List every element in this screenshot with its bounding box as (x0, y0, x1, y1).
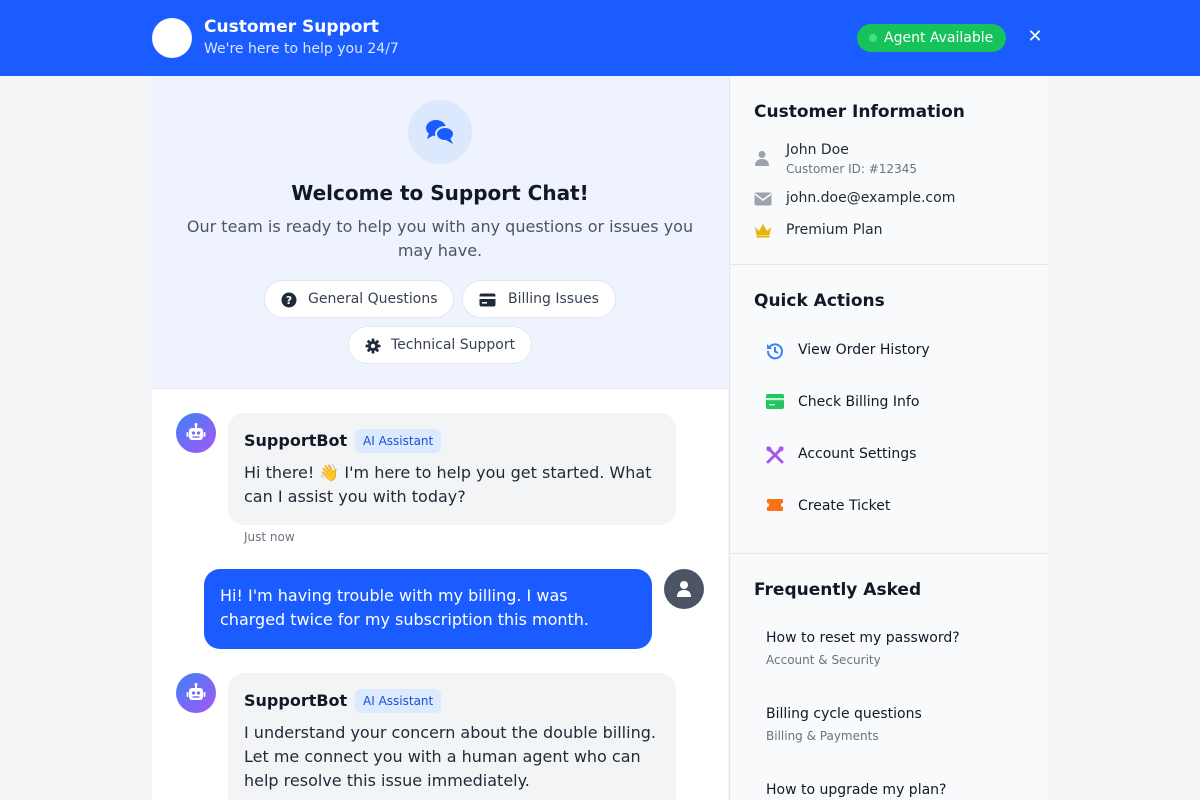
message-text: I understand your concern about the doub… (244, 723, 656, 790)
action-account-settings[interactable]: Account Settings (754, 433, 1026, 477)
action-create-ticket[interactable]: Create Ticket (754, 485, 1026, 529)
topic-label: Technical Support (391, 337, 516, 353)
crown-icon (755, 224, 771, 238)
status-dot-icon (869, 34, 877, 42)
user-icon (677, 581, 691, 597)
customer-info-title: Customer Information (754, 102, 965, 122)
welcome-text: Our team is ready to help you with any q… (186, 217, 694, 260)
bot-message-bubble: SupportBot AI Assistant I understand you… (228, 673, 676, 800)
customer-plan-row: Premium Plan (754, 222, 1034, 242)
customer-email: john.doe@example.com (786, 190, 956, 206)
customer-name-row: John Doe Customer ID: #12345 (754, 142, 1034, 178)
faq-question: Billing cycle questions (766, 706, 922, 722)
close-button[interactable]: ✕ (1024, 26, 1046, 48)
customer-email-row: john.doe@example.com (754, 190, 1034, 210)
agent-status-badge: Agent Available (857, 24, 1006, 52)
user-message-bubble: Hi! I'm having trouble with my billing. … (204, 569, 652, 649)
chat-bubbles-icon (408, 100, 472, 164)
user-icon (755, 151, 769, 166)
message-sender: SupportBot (244, 691, 348, 710)
faq-title: Frequently Asked (754, 580, 922, 600)
faq-item[interactable]: How to reset my password? Account & Secu… (754, 620, 1026, 676)
action-label: Create Ticket (798, 498, 891, 514)
chat-panel: Welcome to Support Chat! Our team is rea… (152, 76, 728, 800)
action-check-billing-info[interactable]: Check Billing Info (754, 381, 1026, 425)
header-bar: Customer Support We're here to help you … (0, 0, 1200, 76)
welcome-section: Welcome to Support Chat! Our team is rea… (152, 76, 728, 389)
welcome-title: Welcome to Support Chat! (291, 181, 589, 205)
message-timestamp: Just now (244, 530, 295, 544)
credit-card-icon (479, 293, 496, 307)
history-icon (766, 343, 783, 360)
customer-plan: Premium Plan (786, 222, 883, 238)
faq-category: Account & Security (766, 653, 881, 667)
customer-name: John Doe (786, 142, 849, 158)
faq-category: Billing & Payments (766, 729, 879, 743)
quick-actions-title: Quick Actions (754, 291, 885, 311)
message-sender: SupportBot (244, 431, 348, 450)
action-label: Check Billing Info (798, 394, 920, 410)
agent-status-text: Agent Available (884, 30, 994, 46)
faq-item[interactable]: Billing cycle questions Billing & Paymen… (754, 696, 1026, 752)
message-text: Hi there! 👋 I'm here to help you get sta… (244, 463, 652, 506)
tools-icon (766, 446, 784, 464)
envelope-icon (754, 192, 772, 206)
credit-card-icon (766, 394, 784, 409)
topic-label: Billing Issues (508, 291, 599, 307)
topic-label: General Questions (308, 291, 438, 307)
header-title: Customer Support (204, 17, 379, 37)
user-avatar (664, 569, 704, 609)
question-circle-icon: ? (281, 292, 297, 308)
robot-icon (186, 423, 206, 440)
customer-id: Customer ID: #12345 (786, 162, 917, 176)
ticket-icon (767, 499, 783, 511)
bot-avatar (176, 413, 216, 453)
svg-text:?: ? (286, 294, 292, 307)
brand-logo (152, 18, 192, 58)
section-divider (730, 553, 1048, 554)
ai-assistant-badge: AI Assistant (355, 689, 442, 713)
ai-assistant-badge: AI Assistant (355, 429, 442, 453)
topic-general-questions[interactable]: ? General Questions (264, 280, 454, 318)
action-label: View Order History (798, 342, 930, 358)
bot-message-bubble: SupportBot AI Assistant Hi there! 👋 I'm … (228, 413, 676, 525)
faq-question: How to upgrade my plan? (766, 782, 947, 798)
faq-item[interactable]: How to upgrade my plan? (754, 772, 1026, 800)
header-subtitle: We're here to help you 24/7 (204, 41, 399, 57)
topic-billing-issues[interactable]: Billing Issues (462, 280, 616, 318)
robot-icon (186, 683, 206, 700)
faq-question: How to reset my password? (766, 630, 960, 646)
section-divider (730, 264, 1048, 265)
bot-avatar (176, 673, 216, 713)
action-label: Account Settings (798, 446, 917, 462)
topic-technical-support[interactable]: Technical Support (348, 326, 532, 364)
action-view-order-history[interactable]: View Order History (754, 329, 1026, 373)
customer-sidebar: Customer Information John Doe Customer I… (729, 76, 1048, 800)
gear-icon (365, 338, 381, 354)
